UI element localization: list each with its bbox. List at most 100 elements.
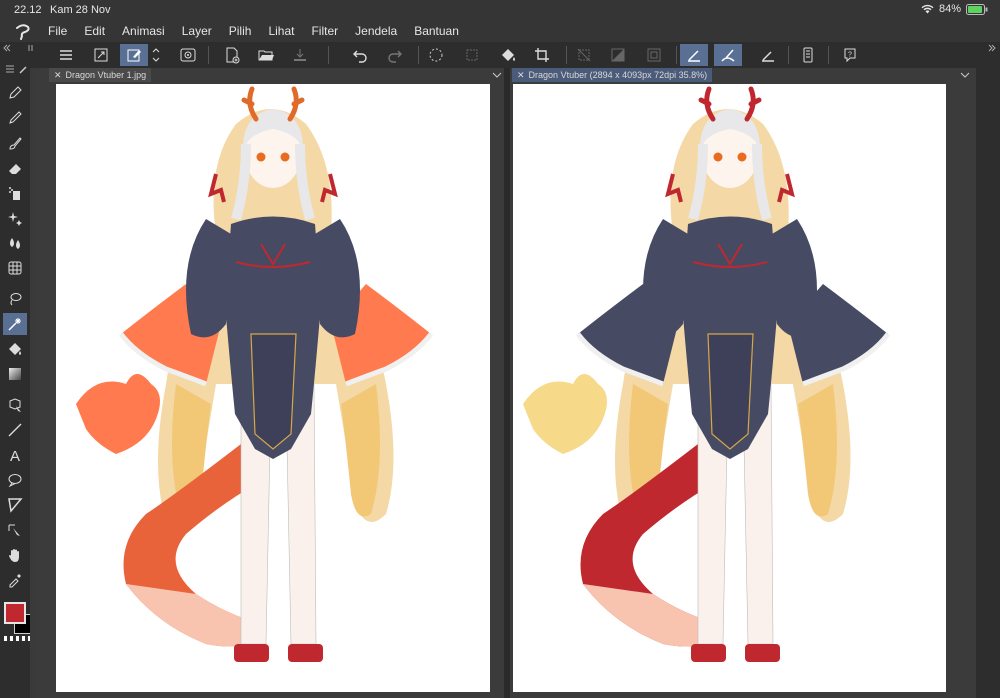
hand-icon bbox=[9, 549, 19, 562]
palette-menu-icon[interactable] bbox=[4, 64, 16, 74]
canvas-left[interactable] bbox=[56, 84, 490, 692]
right-panel-edge bbox=[976, 68, 1000, 698]
crop-button[interactable] bbox=[528, 44, 556, 66]
undo-button[interactable] bbox=[346, 44, 374, 66]
fit-canvas-button[interactable] bbox=[87, 44, 115, 66]
transform-button[interactable] bbox=[458, 44, 486, 66]
menu-animation[interactable]: Animasi bbox=[122, 24, 165, 38]
tab-dragon-vtuber[interactable]: ✕ Dragon Vtuber (2894 x 4093px 72dpi 35.8… bbox=[512, 68, 713, 82]
menu-filter[interactable]: Filter bbox=[311, 24, 338, 38]
tool-pen[interactable] bbox=[3, 82, 27, 104]
companion-button[interactable] bbox=[174, 44, 202, 66]
tool-brush[interactable] bbox=[3, 132, 27, 154]
tool-object[interactable] bbox=[3, 394, 27, 416]
correct-line-icon bbox=[8, 524, 20, 536]
tool-text[interactable]: A bbox=[3, 444, 27, 466]
tool-correct-line[interactable] bbox=[3, 519, 27, 541]
tool-fill[interactable] bbox=[3, 338, 27, 360]
clear-selection-button[interactable] bbox=[570, 44, 598, 66]
collapse-left-icon[interactable] bbox=[3, 44, 11, 52]
redo-button[interactable] bbox=[381, 44, 409, 66]
help-icon: ? bbox=[844, 48, 856, 63]
status-bar: 22.12 Kam 28 Nov 84% bbox=[0, 0, 1000, 20]
tool-gradient[interactable] bbox=[3, 363, 27, 385]
battery-icon bbox=[966, 3, 988, 15]
no-selection-icon bbox=[577, 48, 591, 62]
menu-layer[interactable]: Layer bbox=[182, 24, 212, 38]
character-illustration-flat bbox=[523, 86, 890, 662]
tab-menu-chevron-icon[interactable] bbox=[492, 70, 502, 80]
menu-help[interactable]: Bantuan bbox=[414, 24, 459, 38]
close-tab-icon[interactable]: ✕ bbox=[54, 70, 62, 80]
help-button[interactable]: ? bbox=[836, 44, 864, 66]
menu-edit[interactable]: Edit bbox=[84, 24, 105, 38]
brush-icon bbox=[9, 137, 22, 150]
transparent-color[interactable] bbox=[4, 636, 32, 641]
tool-balloon[interactable] bbox=[3, 469, 27, 491]
tool-blend[interactable] bbox=[3, 232, 27, 254]
wifi-icon bbox=[921, 4, 934, 14]
airbrush-icon bbox=[9, 187, 20, 200]
menu-select[interactable]: Pilih bbox=[229, 24, 252, 38]
menu-button[interactable] bbox=[52, 44, 80, 66]
tool-lasso[interactable] bbox=[3, 288, 27, 310]
app-logo-icon[interactable] bbox=[14, 22, 32, 40]
panel-toggle-icon[interactable] bbox=[27, 44, 35, 52]
special-ruler-icon bbox=[721, 49, 735, 62]
tool-eyedropper[interactable] bbox=[3, 569, 27, 591]
smartphone-icon bbox=[803, 47, 813, 63]
open-file-button[interactable] bbox=[252, 44, 280, 66]
tool-frame[interactable] bbox=[3, 494, 27, 516]
menu-list: File Edit Animasi Layer Pilih Lihat Filt… bbox=[48, 24, 476, 38]
fill-bucket-icon bbox=[9, 343, 21, 355]
tab-menu-chevron-icon[interactable] bbox=[960, 70, 970, 80]
tool-decoration[interactable] bbox=[3, 207, 27, 229]
collapse-right-icon[interactable] bbox=[988, 44, 996, 52]
canvas-area-right[interactable] bbox=[510, 82, 976, 698]
new-file-icon bbox=[226, 47, 240, 64]
gradient-icon bbox=[9, 368, 21, 380]
canvas-area-left[interactable] bbox=[37, 82, 504, 698]
main-color[interactable] bbox=[4, 602, 26, 624]
tool-hand[interactable] bbox=[3, 544, 27, 566]
brush-small-icon bbox=[19, 66, 27, 74]
spinner-icon bbox=[429, 48, 443, 62]
save-button[interactable] bbox=[286, 44, 314, 66]
text-icon: A bbox=[10, 448, 20, 463]
expand-icon bbox=[94, 48, 108, 62]
close-tab-icon[interactable]: ✕ bbox=[517, 70, 525, 80]
tool-eraser[interactable] bbox=[3, 157, 27, 179]
fill-button[interactable] bbox=[494, 44, 522, 66]
canvas-right[interactable] bbox=[513, 84, 946, 692]
menu-window[interactable]: Jendela bbox=[355, 24, 397, 38]
tool-line[interactable] bbox=[3, 419, 27, 441]
sparkle-icon bbox=[8, 212, 22, 226]
menu-view[interactable]: Lihat bbox=[268, 24, 294, 38]
perspective-ruler-button[interactable] bbox=[754, 44, 782, 66]
blend-drops-icon bbox=[10, 238, 20, 249]
save-icon bbox=[294, 49, 306, 61]
object-select-icon bbox=[9, 398, 21, 412]
loading-indicator-button[interactable] bbox=[422, 44, 450, 66]
stepper-button[interactable] bbox=[148, 44, 164, 66]
invert-selection-button[interactable] bbox=[604, 44, 632, 66]
svg-text:?: ? bbox=[848, 52, 852, 59]
hamburger-icon bbox=[60, 50, 72, 60]
smartphone-button[interactable] bbox=[794, 44, 822, 66]
tool-mesh-transform[interactable] bbox=[3, 257, 27, 279]
menu-file[interactable]: File bbox=[48, 24, 67, 38]
special-ruler-button[interactable] bbox=[714, 44, 742, 66]
new-file-button[interactable] bbox=[218, 44, 246, 66]
date: Kam 28 Nov bbox=[50, 4, 111, 16]
perspective-ruler-icon bbox=[762, 51, 774, 62]
status-indicators: 84% bbox=[921, 3, 988, 15]
character-illustration-colored bbox=[76, 86, 433, 662]
tool-magic-wand[interactable] bbox=[3, 313, 27, 335]
tool-airbrush[interactable] bbox=[3, 182, 27, 204]
tab-dragon-vtuber-1[interactable]: ✕ Dragon Vtuber 1.jpg bbox=[49, 68, 152, 82]
edit-mode-button[interactable] bbox=[120, 44, 148, 66]
selection-border-button[interactable] bbox=[640, 44, 668, 66]
tool-pencil[interactable] bbox=[3, 107, 27, 129]
tab-label: Dragon Vtuber (2894 x 4093px 72dpi 35.8%… bbox=[528, 70, 708, 80]
ruler-snap-button[interactable] bbox=[680, 44, 708, 66]
